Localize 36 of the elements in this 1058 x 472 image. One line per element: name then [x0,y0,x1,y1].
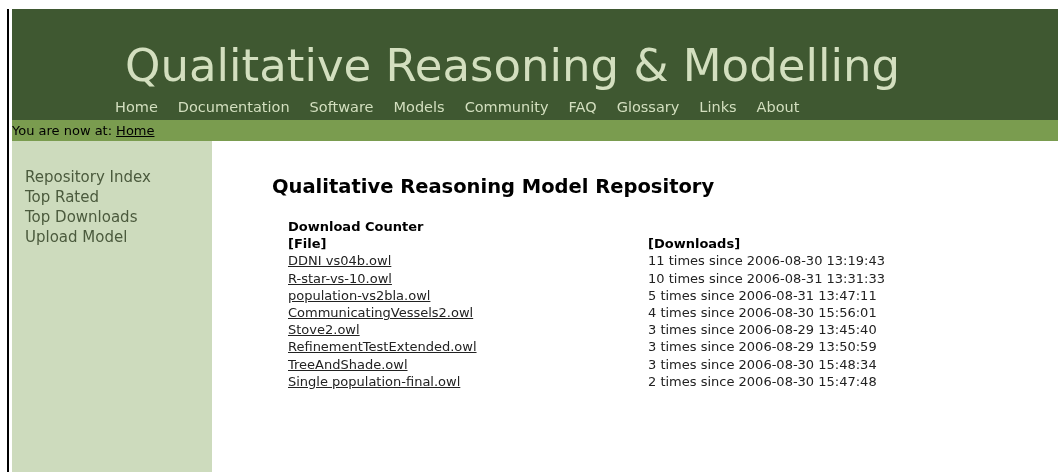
nav-link[interactable]: Software [299,98,384,115]
file-link[interactable]: DDNI vs04b.owl [288,252,392,270]
breadcrumb-label: You are now at: [12,123,113,138]
download-count: 3 times since 2006-08-29 13:45:40 [648,321,878,339]
file-link[interactable]: RefinementTestExtended.owl [288,338,477,356]
file-link[interactable]: Single population-final.owl [288,372,461,391]
sidebar-link[interactable]: Top Rated [25,187,212,207]
nav-link[interactable]: Glossary [606,98,690,115]
download-count: 3 times since 2006-08-29 13:50:59 [648,338,878,356]
site-title: Qualitative Reasoning & Modelling [124,39,901,93]
column-header: [Downloads] [648,235,742,253]
download-count: 2 times since 2006-08-30 15:47:48 [648,372,878,391]
nav-link[interactable]: Documentation [167,98,300,115]
sidebar-link[interactable]: Top Downloads [25,207,212,227]
file-link[interactable]: population-vs2bla.owl [288,286,431,304]
file-link[interactable]: Stove2.owl [288,321,360,339]
download-count: 4 times since 2006-08-30 15:56:01 [648,304,878,322]
nav-link[interactable]: Models [383,98,455,115]
download-count: 3 times since 2006-08-30 15:48:34 [648,355,878,373]
nav-link[interactable]: Community [454,98,559,115]
page-heading: Qualitative Reasoning Model Repository [272,175,716,198]
file-link[interactable]: TreeAndShade.owl [288,355,408,373]
nav-link[interactable]: About [746,98,810,115]
download-count: 5 times since 2006-08-31 13:47:11 [648,286,878,304]
nav-link[interactable]: Home [105,98,168,115]
nav-link[interactable]: Links [689,98,747,115]
download-count: 10 times since 2006-08-31 13:31:33 [648,269,885,287]
sidebar-link[interactable]: Repository Index [25,167,212,187]
file-link[interactable]: R-star-vs-10.owl [288,269,392,287]
sidebar-link[interactable]: Upload Model [25,227,212,247]
column-header: [File] [288,235,328,253]
nav-link[interactable]: FAQ [558,98,607,115]
breadcrumb-link[interactable]: Home [116,123,155,138]
table-caption: Download Counter [288,218,425,236]
download-count: 11 times since 2006-08-30 13:19:43 [648,252,885,270]
file-link[interactable]: CommunicatingVessels2.owl [288,304,474,322]
